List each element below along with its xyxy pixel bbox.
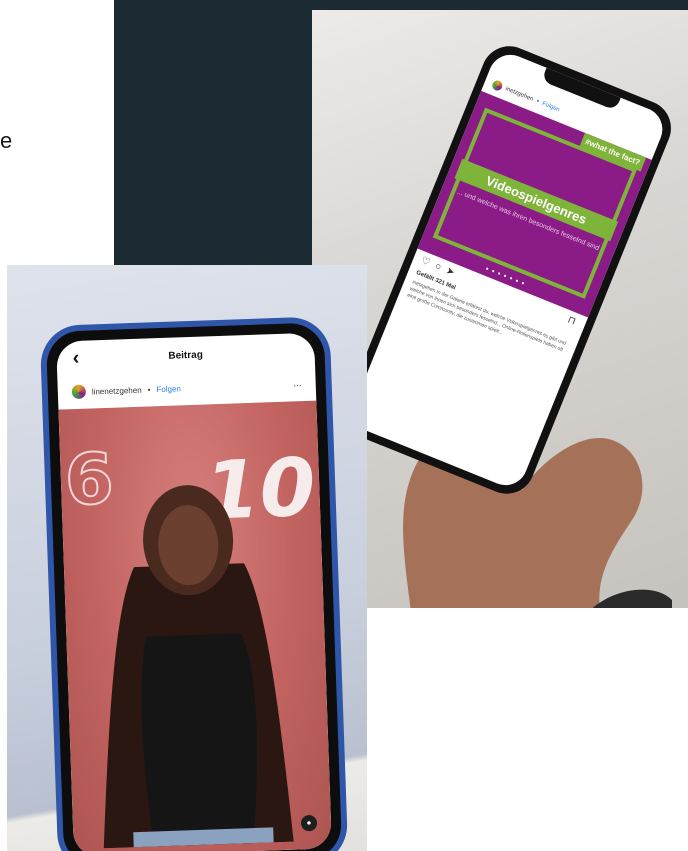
back-arrow-icon[interactable]: ‹ [72,347,79,370]
share-icon[interactable]: ➤ [444,265,456,278]
comment-icon[interactable]: ○ [433,261,443,273]
follow-link-left[interactable]: Folgen [156,384,181,394]
photo-hand-holding-phone: inetzgehen • Folgen #what the fact? Vide… [312,10,688,608]
bookmark-icon[interactable]: ⊓ [566,314,577,327]
cropped-text-fragment: e [0,128,13,153]
screen-topbar: ‹ Beitrag [56,333,315,378]
tagged-user-icon[interactable]: ● [300,814,318,832]
account-avatar-left[interactable] [71,384,87,400]
follow-link[interactable]: Folgen [541,101,560,113]
instagram-post-screen-left: ‹ Beitrag linenetzgehen • Folgen ... 6 1… [56,332,332,851]
account-avatar[interactable] [490,79,504,93]
photo-phone-on-wall: ‹ Beitrag linenetzgehen • Folgen ... 6 1… [7,265,367,851]
more-options-icon[interactable]: ... [293,371,302,397]
account-name[interactable]: inetzgehen [505,86,534,103]
topbar-title: Beitrag [168,349,204,362]
account-name-left[interactable]: linenetzgehen [92,385,142,396]
heart-icon[interactable]: ♡ [419,255,431,269]
portrait-photo[interactable]: 6 10 ● [58,400,332,851]
person-silhouette [103,485,294,849]
phone-left: ‹ Beitrag linenetzgehen • Folgen ... 6 1… [39,316,349,851]
